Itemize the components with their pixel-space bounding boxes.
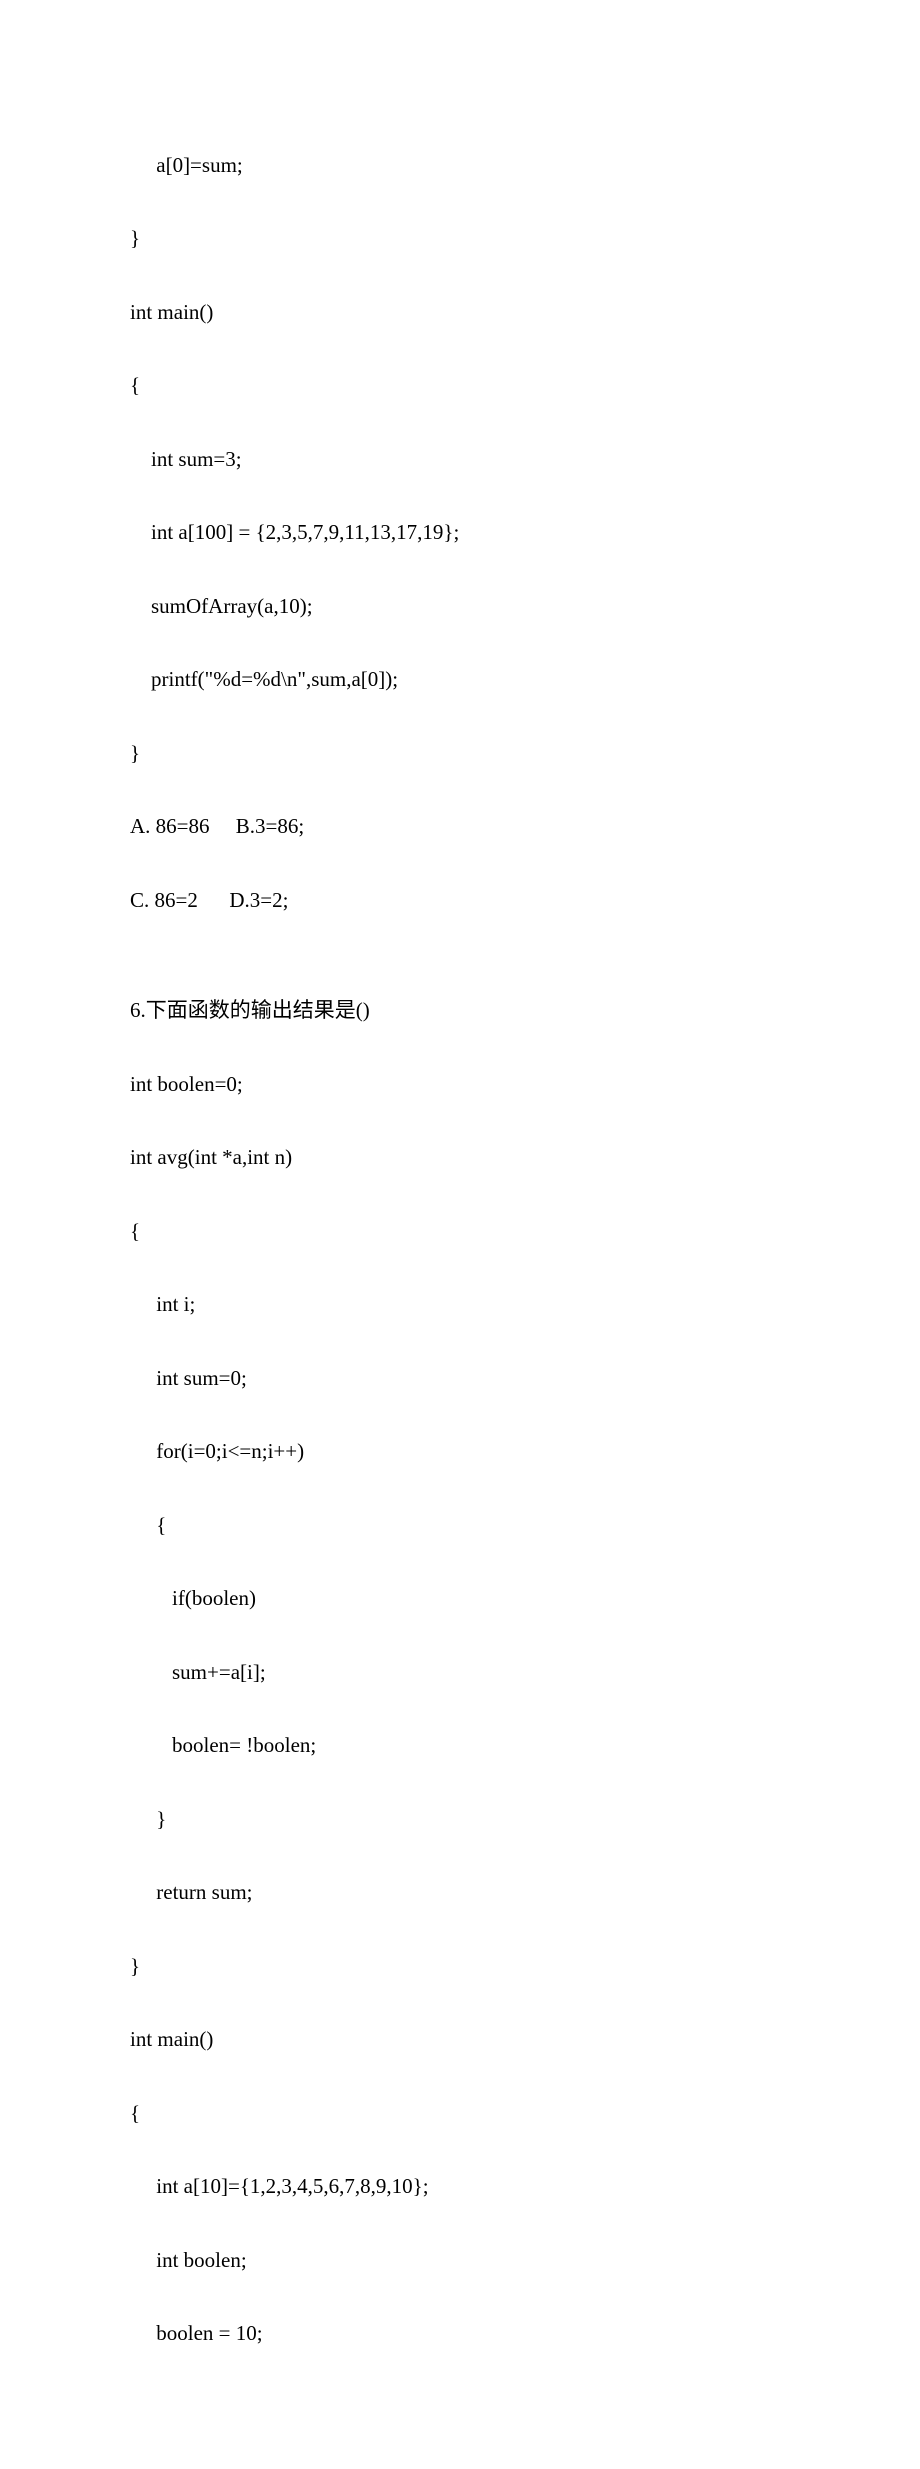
- code-line: }: [130, 1948, 790, 1985]
- code-line: if(boolen): [130, 1580, 790, 1617]
- answer-option-line: A. 86=86 B.3=86;: [130, 808, 790, 845]
- code-line: int avg(int *a,int n): [130, 1139, 790, 1176]
- code-line: int sum=0;: [130, 1360, 790, 1397]
- code-line: int a[10]={1,2,3,4,5,6,7,8,9,10};: [130, 2168, 790, 2205]
- code-line: boolen = 10;: [130, 2315, 790, 2352]
- question-heading: 6.下面函数的输出结果是(): [130, 992, 790, 1029]
- code-line: a[0]=sum;: [130, 147, 790, 184]
- code-line: }: [130, 1801, 790, 1838]
- code-line: int boolen=0;: [130, 1066, 790, 1103]
- code-line: {: [130, 1507, 790, 1544]
- code-line: }: [130, 735, 790, 772]
- document-page: a[0]=sum; } int main() { int sum=3; int …: [0, 0, 920, 2469]
- code-line: int a[100] = {2,3,5,7,9,11,13,17,19};: [130, 514, 790, 551]
- code-line: sum+=a[i];: [130, 1654, 790, 1691]
- code-line: boolen= !boolen;: [130, 1727, 790, 1764]
- code-line: int boolen;: [130, 2242, 790, 2279]
- code-line: int main(): [130, 294, 790, 331]
- code-line: for(i=0;i<=n;i++): [130, 1433, 790, 1470]
- code-line: sumOfArray(a,10);: [130, 588, 790, 625]
- code-line: printf("%d=%d\n",sum,a[0]);: [130, 661, 790, 698]
- code-line: return sum;: [130, 1874, 790, 1911]
- code-line: {: [130, 1213, 790, 1250]
- answer-option-line: C. 86=2 D.3=2;: [130, 882, 790, 919]
- code-line: int sum=3;: [130, 441, 790, 478]
- code-line: {: [130, 367, 790, 404]
- code-line: int main(): [130, 2021, 790, 2058]
- code-line: }: [130, 220, 790, 257]
- code-line: {: [130, 2095, 790, 2132]
- code-line: int i;: [130, 1286, 790, 1323]
